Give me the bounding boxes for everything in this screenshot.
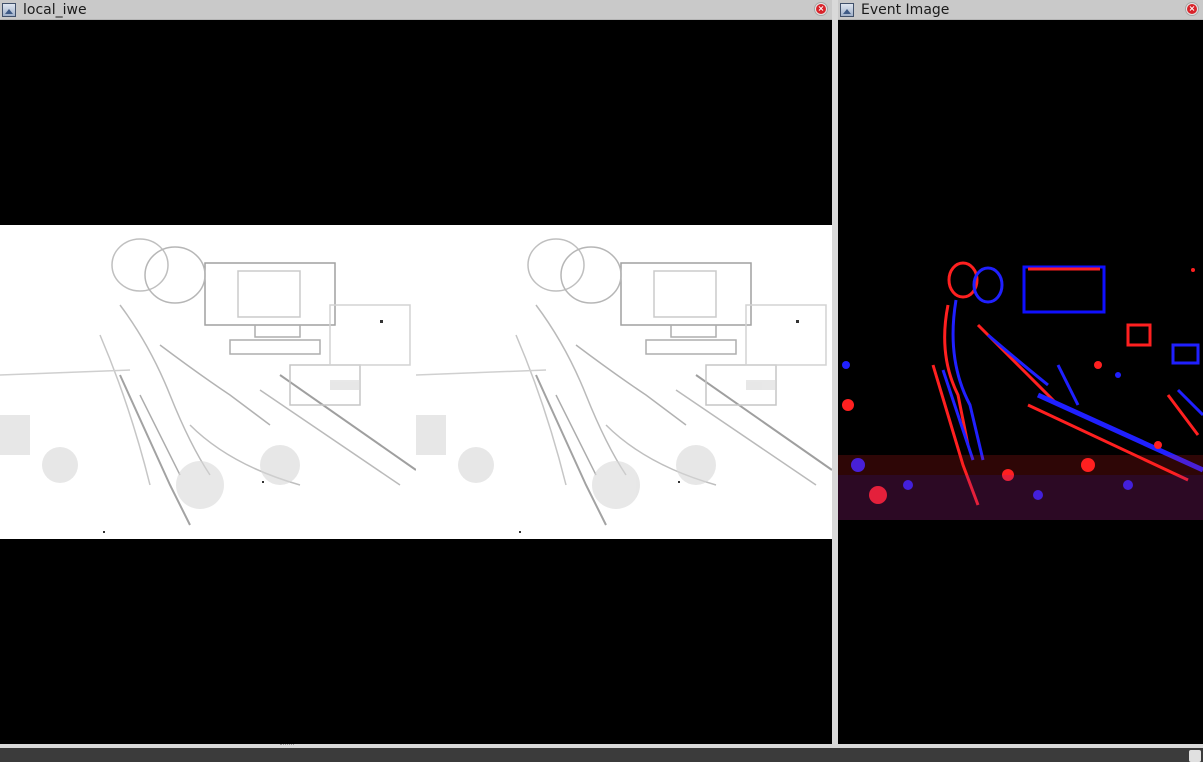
close-icon: × xyxy=(816,4,826,14)
desktop: local_iwe × Event Image × xyxy=(0,0,1203,762)
event-image xyxy=(838,245,1203,520)
image-window-icon xyxy=(2,2,16,17)
event-image-window: Event Image × xyxy=(838,0,1203,744)
resize-corner[interactable] xyxy=(1189,750,1201,762)
image-canvas[interactable] xyxy=(838,20,1203,744)
iwe-image-right xyxy=(416,225,832,539)
image-window-icon xyxy=(840,2,854,17)
close-icon: × xyxy=(1187,4,1197,14)
close-button[interactable]: × xyxy=(814,2,828,16)
taskbar xyxy=(0,748,1203,762)
iwe-image-left xyxy=(0,225,416,539)
window-title: Event Image xyxy=(861,1,950,18)
image-canvas[interactable] xyxy=(0,20,832,744)
window-title: local_iwe xyxy=(23,1,87,18)
window-titlebar[interactable]: local_iwe × xyxy=(0,0,832,20)
local-iwe-window: local_iwe × xyxy=(0,0,832,744)
window-titlebar[interactable]: Event Image × xyxy=(838,0,1203,20)
iwe-image-strip xyxy=(0,225,832,539)
close-button[interactable]: × xyxy=(1185,2,1199,16)
